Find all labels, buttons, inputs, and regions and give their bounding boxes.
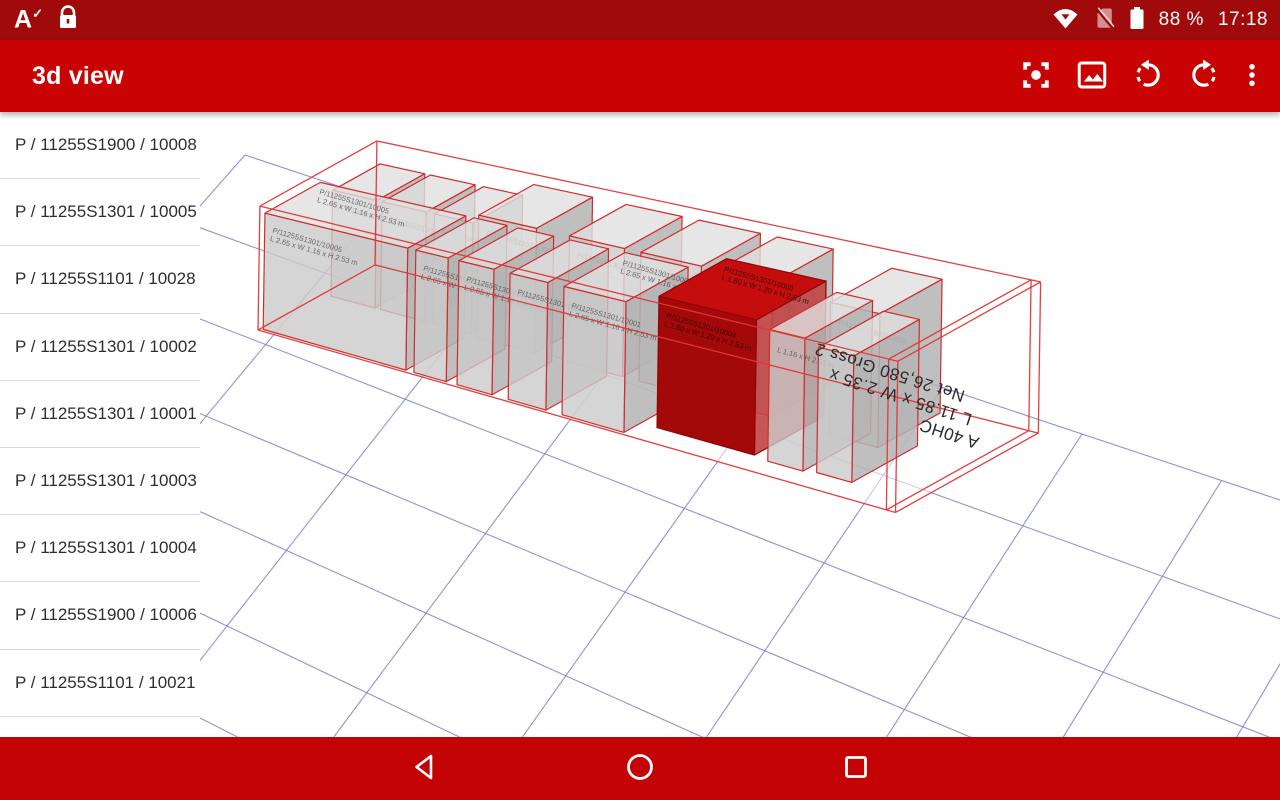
3d-viewport[interactable]: P/11255S1900/10008P/11255S1900/10006P/11… [200,112,1280,737]
screenshot-button[interactable] [1064,48,1120,104]
overflow-menu-icon [1237,60,1267,93]
package-list-item[interactable]: P / 11255S1301 / 10005 [0,179,200,247]
package-list-item[interactable]: P / 11255S1900 / 10008 [0,112,200,180]
android-screen: A✓ 88 % 17:18 3d view P / 11255S1900 / 1… [0,0,1280,800]
rotate-left-icon [1131,58,1165,95]
package-list-item[interactable]: P / 11255S1301 / 10002 [0,314,200,381]
package-id-label: P / 11255S1301 / 10003 [15,471,197,491]
center-focus-button[interactable] [1008,48,1064,104]
image-icon [1075,58,1109,95]
lock-icon [57,4,79,36]
package-id-label: P / 11255S1301 / 10001 [15,403,197,423]
package-id-label: P / 11255S1900 / 10006 [15,605,197,625]
app-bar: 3d view [0,40,1280,112]
package-id-label: P / 11255S1301 / 10005 [15,202,197,222]
rotate-left-button[interactable] [1120,48,1176,104]
package-id-label: P / 11255S1101 / 10028 [15,269,196,289]
recents-icon [838,749,874,788]
package-list-item[interactable]: P / 11255S1101 / 10028 [0,246,200,314]
clock: 17:18 [1217,9,1268,30]
package-list-item[interactable]: P / 11255S1301 / 10004 [0,515,200,583]
3d-scene-canvas[interactable]: P/11255S1900/10008P/11255S1900/10006P/11… [200,112,1280,737]
package-id-label: P / 11255S1900 / 10008 [15,135,197,155]
wifi-warning-icon [1052,6,1079,35]
status-bar-right: 88 % 17:18 [1052,5,1268,36]
rotate-right-button[interactable] [1176,48,1232,104]
package-id-label: P / 11255S1301 / 10002 [15,336,197,356]
accessibility-font-icon: A✓ [14,5,43,34]
overflow-menu-button[interactable] [1232,48,1272,104]
page-title: 3d view [32,61,124,90]
package-list-item[interactable]: P / 11255S1301 / 10003 [0,448,200,516]
package-list-item[interactable]: P / 11255S1301 / 10001 [0,381,200,448]
back-button[interactable] [402,747,446,791]
center-focus-icon [1019,58,1053,95]
package-list-item[interactable]: P / 11255S1900 / 10006 [0,582,200,650]
home-icon [622,749,658,788]
back-icon [406,749,442,788]
battery-icon [1129,5,1145,36]
status-bar: A✓ 88 % 17:18 [0,0,1280,40]
status-bar-left: A✓ [14,4,79,36]
package-list-item[interactable]: P / 11255S1101 / 10021 [0,650,200,717]
recents-button[interactable] [834,747,878,791]
home-button[interactable] [618,747,662,791]
package-id-label: P / 11255S1301 / 10004 [15,538,197,558]
package-id-label: P / 11255S1101 / 10021 [15,672,196,692]
package-list: P / 11255S1900 / 10008 P / 11255S1301 / … [0,112,200,737]
content-area: P / 11255S1900 / 10008 P / 11255S1301 / … [0,112,1280,737]
android-nav-bar [0,737,1280,800]
no-sim-icon [1093,6,1115,35]
app-bar-actions [1008,48,1272,104]
rotate-right-icon [1187,58,1221,95]
battery-percent: 88 % [1158,9,1204,30]
